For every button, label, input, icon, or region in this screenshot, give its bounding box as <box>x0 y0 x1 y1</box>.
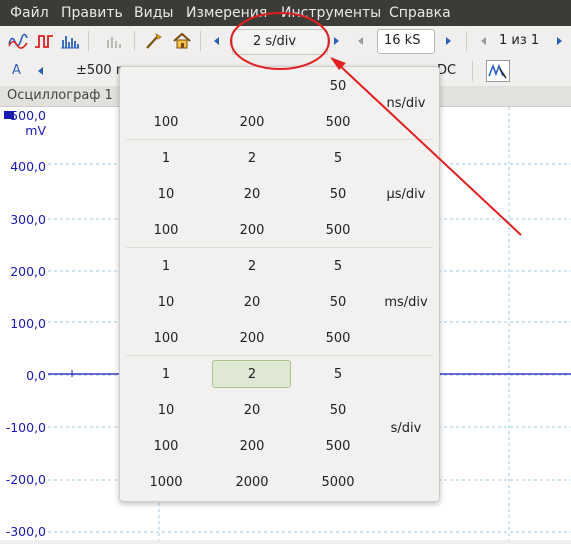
annotation-overlay <box>230 12 522 236</box>
annotation-circle <box>230 12 330 70</box>
annotation-arrow <box>337 63 522 236</box>
